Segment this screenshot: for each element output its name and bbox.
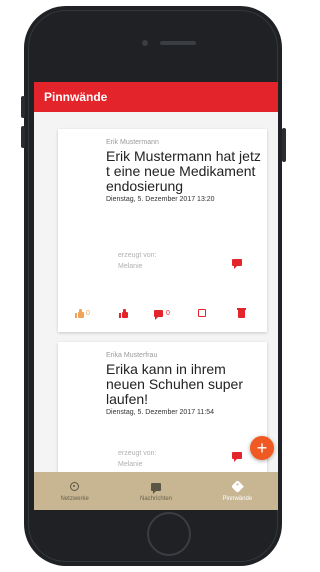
created-by-name: Melanie — [118, 263, 143, 270]
network-icon — [70, 482, 80, 491]
nav-item-netzwerke[interactable]: Netzwerke — [34, 472, 115, 510]
camera-icon — [142, 40, 148, 46]
post-date: Dienstag, 5. Dezember 2017 11:54 — [106, 409, 215, 416]
post-card[interactable]: Erik Mustermann Erik Mustermann hat jetz… — [58, 129, 267, 332]
post-card[interactable]: Erika Musterfrau Erika kann in ihrem neu… — [58, 342, 267, 482]
delete-button[interactable] — [237, 308, 246, 318]
post-date: Dienstag, 5. Dezember 2017 13:20 — [106, 196, 215, 203]
like-count-button[interactable]: 0 — [75, 309, 90, 318]
side-button-right — [282, 128, 286, 162]
like-count: 0 — [86, 310, 90, 317]
nav-label: Netzwerke — [60, 495, 89, 502]
created-by-label: erzeugt von: — [118, 450, 157, 457]
like-button[interactable] — [119, 309, 128, 318]
nav-item-pinnwaende[interactable]: Pinnwände — [197, 472, 278, 510]
created-by-name: Melanie — [118, 461, 143, 468]
messages-icon — [150, 482, 161, 494]
add-post-button[interactable]: + — [250, 436, 274, 460]
page-title: Pinnwände — [44, 90, 108, 104]
side-button-left-2 — [21, 126, 25, 148]
bookmark-button[interactable] — [198, 309, 206, 317]
post-text: Erik Mustermann hat jetzt eine neue Medi… — [106, 148, 261, 194]
message-icon — [154, 310, 163, 320]
speaker-grille — [160, 41, 196, 45]
post-text: Erika kann in ihrem neuen Schuhen super … — [106, 361, 243, 407]
tag-icon — [230, 480, 244, 493]
trash-icon — [237, 308, 246, 318]
home-button[interactable] — [147, 512, 191, 556]
nav-item-nachrichten[interactable]: Nachrichten — [115, 472, 196, 510]
thumbs-up-icon — [75, 309, 84, 318]
comment-icon[interactable] — [232, 259, 242, 269]
square-icon — [198, 309, 206, 317]
nav-label: Pinnwände — [222, 495, 253, 502]
thumbs-up-icon — [119, 309, 128, 318]
comments-button[interactable]: 0 — [154, 310, 170, 320]
post-content: Erik Mustermann Erik Mustermann hat jetz… — [106, 129, 261, 203]
app-screen: Pinnwände Erik Mustermann Erik Musterman… — [34, 82, 278, 510]
comment-icon[interactable] — [232, 452, 242, 462]
post-author: Erik Mustermann — [106, 139, 159, 146]
post-content: Erika Musterfrau Erika kann in ihrem neu… — [106, 342, 261, 416]
side-button-left-1 — [21, 96, 25, 118]
nav-label: Nachrichten — [139, 495, 172, 502]
bottom-navigation: Netzwerke Nachrichten Pinnwände — [34, 472, 278, 510]
post-author: Erika Musterfrau — [106, 352, 158, 359]
created-by-label: erzeugt von: — [118, 252, 157, 259]
comment-count: 0 — [166, 310, 170, 317]
app-bar: Pinnwände — [34, 82, 278, 112]
